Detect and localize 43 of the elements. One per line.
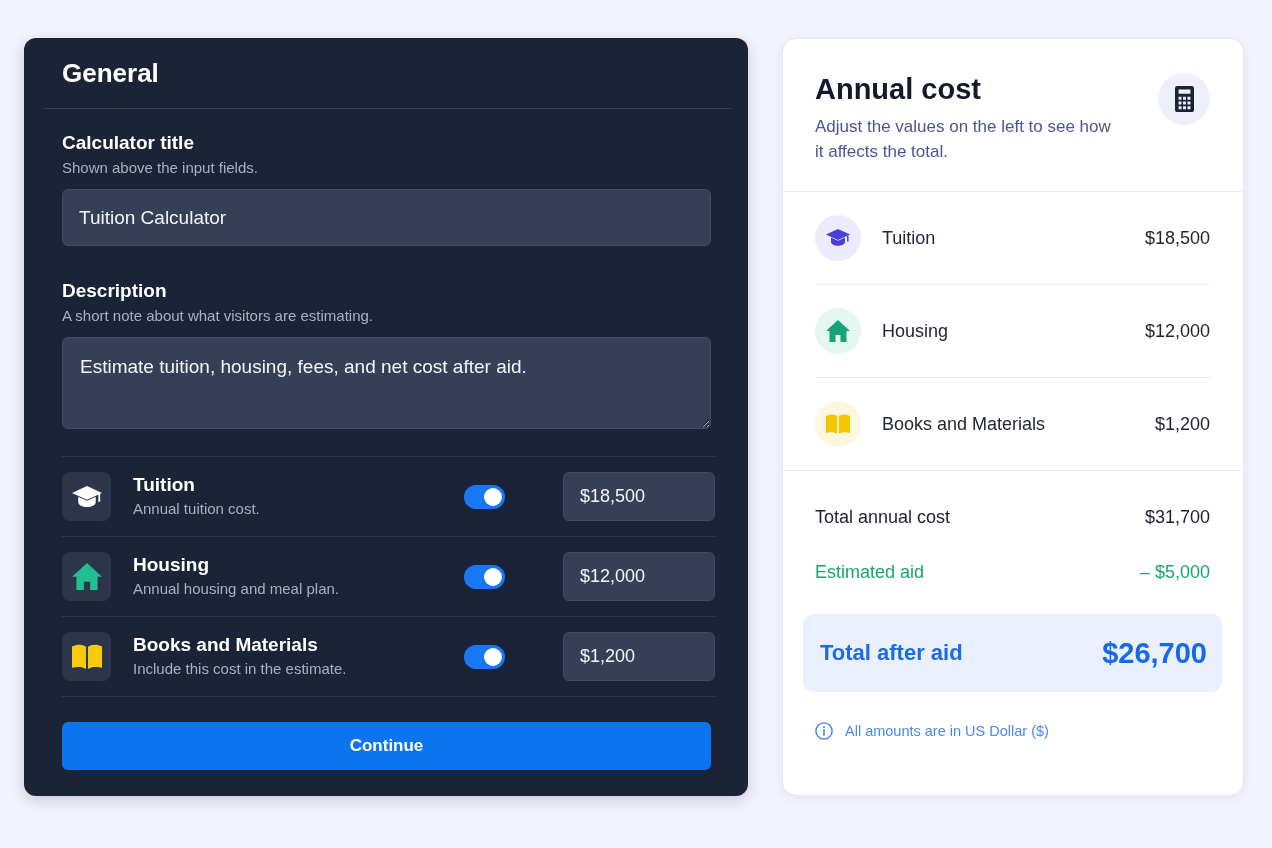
graduation-cap-icon [62, 472, 111, 521]
open-book-icon [62, 632, 111, 681]
summary-subtitle: Adjust the values on the left to see how it affects the total. [815, 116, 1112, 163]
graduation-cap-icon [815, 215, 861, 261]
continue-button[interactable]: Continue [62, 722, 711, 770]
cost-name: Books and Materials [133, 634, 319, 656]
info-icon [815, 722, 833, 740]
net-total-amount: $26,700 [1102, 636, 1207, 670]
aid-amount: – $5,000 [1139, 561, 1210, 583]
amount-input[interactable]: $18,500 [563, 472, 715, 521]
field-hint: A short note about what visitors are estimating. [62, 306, 374, 326]
amount-input[interactable]: $1,200 [563, 632, 715, 681]
field-label: Calculator title [62, 132, 195, 154]
panel-title: General [62, 58, 159, 88]
toggle-switch[interactable] [464, 644, 505, 669]
house-icon [62, 552, 111, 601]
cost-amount: $12,000 [1144, 320, 1210, 342]
total-amount: $31,700 [1144, 506, 1210, 528]
cost-note: Annual tuition cost. [133, 499, 261, 519]
cost-note: Include this cost in the estimate. [133, 659, 348, 679]
calculator-icon [1158, 73, 1210, 125]
text-input[interactable]: Tuition Calculator [62, 189, 711, 246]
open-book-icon [815, 401, 861, 447]
cost-label: Tuition [882, 227, 937, 249]
cost-label: Books and Materials [882, 413, 1047, 435]
toggle-switch[interactable] [464, 564, 505, 589]
field-label: Description [62, 280, 168, 302]
summary-title: Annual cost [815, 72, 982, 106]
house-icon [815, 308, 861, 354]
cost-amount: $18,500 [1144, 227, 1210, 249]
aid-label: Estimated aid [815, 561, 925, 583]
net-total-label: Total after aid [820, 640, 963, 666]
cost-label: Housing [882, 320, 950, 342]
cost-name: Tuition [133, 474, 196, 496]
cost-amount: $1,200 [1154, 413, 1210, 435]
amount-input[interactable]: $12,000 [563, 552, 715, 601]
currency-note: All amounts are in US Dollar ($) [845, 722, 1049, 740]
cost-name: Housing [133, 554, 210, 576]
cost-note: Annual housing and meal plan. [133, 579, 340, 599]
total-label: Total annual cost [815, 506, 951, 528]
description-textarea[interactable]: Estimate tuition, housing, fees, and net cost after aid. [62, 337, 711, 429]
field-hint: Shown above the input fields. [62, 158, 259, 178]
toggle-switch[interactable] [464, 484, 505, 509]
